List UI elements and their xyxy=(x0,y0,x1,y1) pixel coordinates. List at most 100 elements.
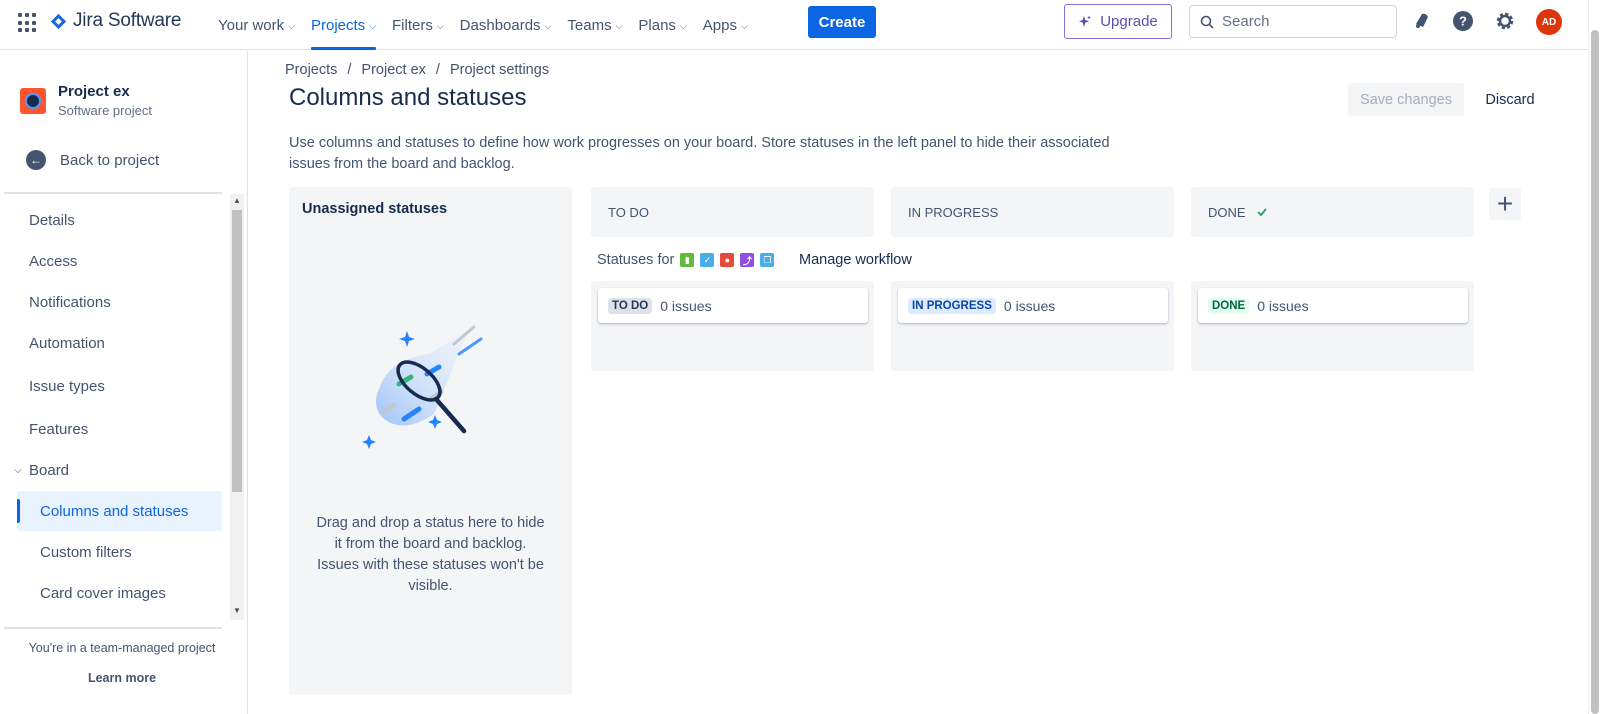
issue-count: 0 issues xyxy=(660,297,712,314)
sidebar-item-issue-types[interactable]: Issue types xyxy=(4,366,222,406)
status-card-done[interactable]: DONE 0 issues xyxy=(1198,288,1468,323)
column-name: IN PROGRESS xyxy=(908,204,999,220)
empty-state-illustration xyxy=(362,325,483,449)
sidebar-item-card-cover-images[interactable]: Card cover images xyxy=(4,573,222,613)
breadcrumb-projects[interactable]: Projects xyxy=(285,62,337,78)
back-label: Back to project xyxy=(60,151,160,169)
add-column-button[interactable]: + xyxy=(1489,188,1521,220)
sidebar-item-custom-filters[interactable]: Custom filters xyxy=(4,532,222,572)
nav-projects[interactable]: Projects ⌵ xyxy=(303,0,384,50)
page-title: Columns and statuses xyxy=(289,84,527,111)
column-body-todo[interactable]: TO DO 0 issues xyxy=(591,281,874,371)
nav-teams[interactable]: Teams ⌵ xyxy=(559,0,630,50)
back-to-project-link[interactable]: ← Back to project xyxy=(26,150,159,170)
nav-label: Dashboards xyxy=(459,16,541,34)
search-icon xyxy=(1200,15,1214,29)
search-input[interactable]: Search xyxy=(1189,5,1397,38)
breadcrumb-settings[interactable]: Project settings xyxy=(450,62,549,78)
sidebar: Project ex Software project ← Back to pr… xyxy=(0,51,248,714)
chevron-down-icon: ⌵ xyxy=(14,464,22,476)
save-changes-button[interactable]: Save changes xyxy=(1348,83,1464,116)
nav-plans[interactable]: Plans ⌵ xyxy=(630,0,694,50)
sidebar-item-details[interactable]: Details xyxy=(4,200,222,240)
nav-label: Your work xyxy=(218,16,285,34)
app-switcher-icon[interactable] xyxy=(18,13,38,33)
task-icon: ✓ xyxy=(700,253,715,267)
unassigned-statuses-panel[interactable]: Unassigned statuses Drag and drop a stat… xyxy=(289,187,572,695)
divider xyxy=(4,627,222,629)
top-navigation: Jira Software Your work ⌵ Projects ⌵ Filte… xyxy=(0,0,1600,50)
project-avatar xyxy=(20,87,46,114)
column-header-done[interactable]: DONE xyxy=(1191,187,1474,237)
nav-label: Apps xyxy=(702,16,737,34)
bug-icon: ● xyxy=(720,253,735,267)
column-name: TO DO xyxy=(608,204,649,220)
back-arrow-icon: ← xyxy=(26,150,46,170)
statuses-for-row: Statuses for ▮ ✓ ● ⤴ ❐ xyxy=(597,252,775,268)
nav-your-work[interactable]: Your work ⌵ xyxy=(210,0,303,50)
create-button[interactable]: Create xyxy=(808,6,876,38)
discard-button[interactable]: Discard xyxy=(1474,83,1546,116)
sidebar-items: Details Access Notifications Automation … xyxy=(4,194,222,626)
check-icon xyxy=(1256,208,1267,217)
sidebar-item-board[interactable]: ⌵ Board xyxy=(4,450,222,490)
chevron-down-icon: ⌵ xyxy=(436,20,444,31)
search-placeholder: Search xyxy=(1222,13,1270,30)
story-icon: ▮ xyxy=(680,253,695,267)
avatar[interactable]: AD xyxy=(1536,9,1562,35)
logo-text: Jira Software xyxy=(73,10,182,31)
issue-count: 0 issues xyxy=(1257,297,1309,314)
team-managed-note: You're in a team-managed project xyxy=(28,641,216,655)
jira-logo[interactable]: Jira Software xyxy=(50,10,181,32)
column-header-in-progress[interactable]: IN PROGRESS xyxy=(891,187,1174,237)
scroll-up-icon[interactable]: ▲ xyxy=(233,196,241,205)
sidebar-item-notifications[interactable]: Notifications xyxy=(4,282,222,322)
project-name: Project ex xyxy=(58,83,130,100)
upgrade-button[interactable]: Upgrade xyxy=(1064,4,1172,39)
nav-filters[interactable]: Filters ⌵ xyxy=(384,0,452,50)
column-name: DONE xyxy=(1208,204,1246,220)
status-card-in-progress[interactable]: IN PROGRESS 0 issues xyxy=(898,288,1168,323)
scrollbar-thumb[interactable] xyxy=(232,210,242,492)
sidebar-item-automation[interactable]: Automation xyxy=(4,323,222,363)
column-body-done[interactable]: DONE 0 issues xyxy=(1191,281,1474,371)
page-scrollbar[interactable] xyxy=(1588,0,1600,714)
help-icon[interactable]: ? xyxy=(1451,9,1475,33)
scrollbar-thumb[interactable] xyxy=(1591,30,1599,714)
chevron-down-icon: ⌵ xyxy=(740,20,748,31)
status-card-todo[interactable]: TO DO 0 issues xyxy=(598,288,868,323)
scroll-down-icon[interactable]: ▼ xyxy=(233,606,241,615)
nav-links: Your work ⌵ Projects ⌵ Filters ⌵ Dashboards… xyxy=(210,0,756,50)
subtask-icon: ❐ xyxy=(760,253,775,267)
epic-icon: ⤴ xyxy=(740,253,755,267)
status-lozenge: TO DO xyxy=(608,297,653,314)
settings-icon[interactable] xyxy=(1493,9,1517,33)
column-header-todo[interactable]: TO DO xyxy=(591,187,874,237)
project-type: Software project xyxy=(58,103,152,118)
sidebar-item-access[interactable]: Access xyxy=(4,241,222,281)
nav-apps[interactable]: Apps ⌵ xyxy=(695,0,756,50)
chevron-down-icon: ⌵ xyxy=(544,20,552,31)
breadcrumb-separator: / xyxy=(435,62,440,78)
project-header[interactable]: Project ex Software project xyxy=(20,83,152,118)
manage-workflow-button[interactable]: Manage workflow xyxy=(799,252,912,268)
status-lozenge: DONE xyxy=(1208,297,1250,314)
breadcrumb-project[interactable]: Project ex xyxy=(361,62,425,78)
unassigned-heading: Unassigned statuses xyxy=(302,201,448,217)
jira-logo-icon xyxy=(50,13,67,29)
notification-icon[interactable] xyxy=(1410,9,1434,33)
chevron-down-icon: ⌵ xyxy=(288,20,295,31)
nav-label: Filters xyxy=(392,16,433,34)
learn-more-link[interactable]: Learn more xyxy=(0,671,244,685)
nav-dashboards[interactable]: Dashboards ⌵ xyxy=(452,0,560,50)
chevron-down-icon: ⌵ xyxy=(679,20,687,31)
chevron-down-icon: ⌵ xyxy=(369,20,376,31)
sparkle-icon xyxy=(1079,15,1092,27)
sidebar-scrollbar[interactable]: ▲ ▼ xyxy=(230,194,244,620)
upgrade-label: Upgrade xyxy=(1100,13,1158,30)
sidebar-item-features[interactable]: Features xyxy=(4,409,222,449)
nav-label: Projects xyxy=(310,16,366,34)
column-body-in-progress[interactable]: IN PROGRESS 0 issues xyxy=(891,281,1174,371)
sidebar-item-columns-and-statuses[interactable]: Columns and statuses xyxy=(17,491,222,531)
breadcrumb: Projects / Project ex / Project settings xyxy=(285,62,549,78)
